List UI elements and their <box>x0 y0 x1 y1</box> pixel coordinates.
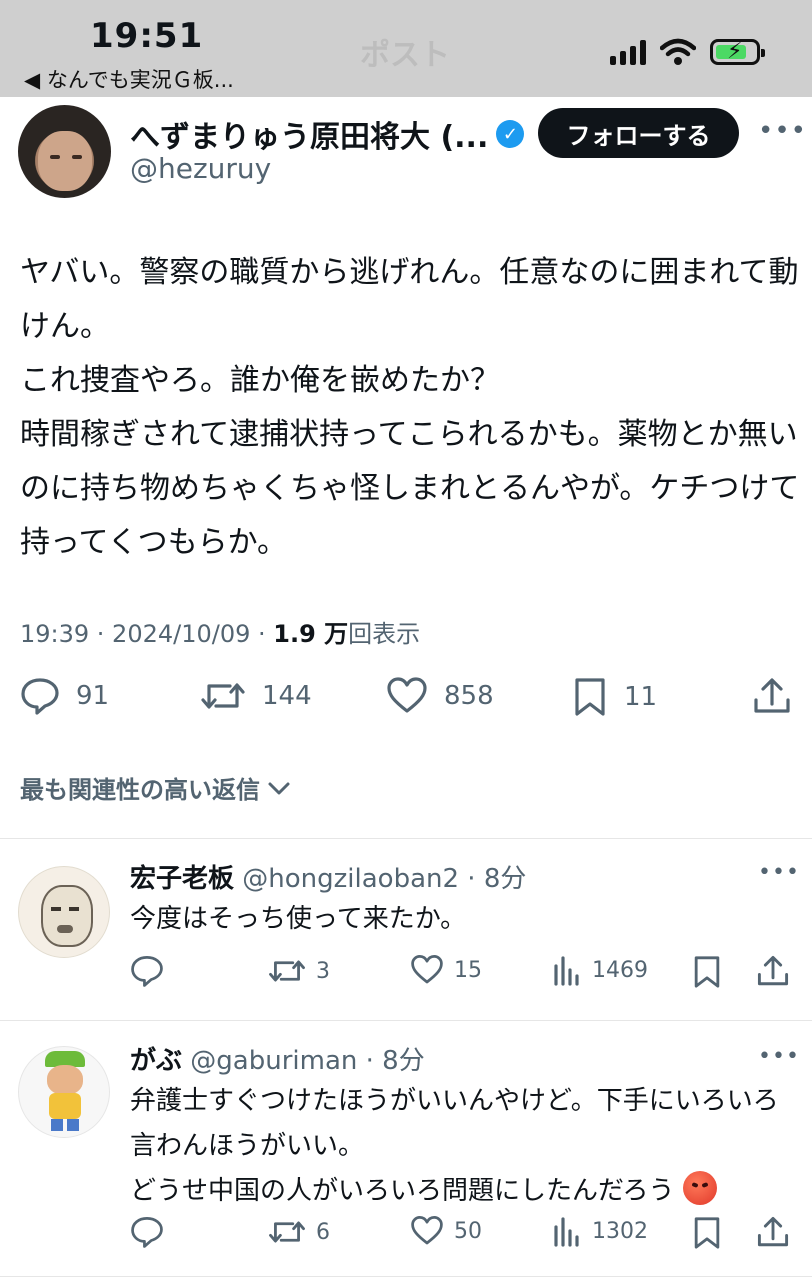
cellular-signal-icon <box>610 39 646 65</box>
more-options-icon[interactable]: ••• <box>758 860 800 885</box>
back-to-app-link[interactable]: ◀ なんでも実況Ｇ板... <box>24 64 234 94</box>
share-icon <box>757 1216 789 1247</box>
post-text: ヤバい。警察の職質から逃げれん。任意なのに囲まれて動けん。 これ捜査やろ。誰か俺… <box>20 255 800 560</box>
reply-author-name[interactable]: がぶ <box>130 1046 182 1076</box>
wifi-icon <box>660 38 696 65</box>
reply-time: · 8分 <box>357 1046 425 1076</box>
reply-text: 弁護士すぐつけたほうがいいんやけど。下手にいろいろ言わんほうがいい。 どうせ中国… <box>130 1079 790 1214</box>
reply-author-handle[interactable]: @gaburiman <box>190 1046 357 1076</box>
divider <box>0 838 812 839</box>
like-count: 15 <box>454 957 482 983</box>
reply-author-name[interactable]: 宏子老板 <box>130 864 234 894</box>
status-icons: ⚡ <box>610 38 765 66</box>
author-name-row[interactable]: へずまりゅう原田将大 (... ✓ <box>130 112 525 156</box>
repost-icon <box>201 683 245 709</box>
battery-icon: ⚡ <box>710 39 765 65</box>
reply-share-button[interactable] <box>756 954 790 988</box>
view-count: 1302 <box>592 1218 648 1244</box>
heart-icon <box>411 955 443 984</box>
post-actions: 91 144 858 11 <box>20 676 796 732</box>
repost-icon <box>269 1221 305 1243</box>
verified-badge-icon: ✓ <box>496 120 525 148</box>
reply-text-content: 弁護士すぐつけたほうがいいんやけど。下手にいろいろ言わんほうがいい。 どうせ中国… <box>130 1086 779 1206</box>
heart-icon <box>387 677 427 713</box>
like-count: 858 <box>444 681 494 711</box>
reply-icon <box>21 678 59 715</box>
view-count: 1469 <box>592 957 648 983</box>
more-options-icon[interactable]: ••• <box>758 116 807 146</box>
repost-button[interactable]: 144 <box>200 676 312 716</box>
reply-reply-button[interactable] <box>130 954 174 988</box>
more-options-icon[interactable]: ••• <box>758 1044 800 1069</box>
like-button[interactable]: 858 <box>386 676 494 716</box>
reply-sort-label: 最も関連性の高い返信 <box>20 776 260 804</box>
bookmark-icon <box>694 1217 720 1249</box>
reply-icon <box>131 956 163 987</box>
reply-text: 今度はそっち使って来たか。 <box>130 904 467 934</box>
bookmark-icon <box>694 956 720 988</box>
author-avatar[interactable] <box>18 105 111 198</box>
status-bar: ポスト 19:51 ◀ なんでも実況Ｇ板... ⚡ <box>0 0 812 97</box>
repost-count: 144 <box>262 681 312 711</box>
repost-count: 6 <box>316 1219 330 1245</box>
reply-bookmark-button[interactable] <box>692 1215 722 1251</box>
bookmark-count: 11 <box>624 682 658 712</box>
reply-header: 宏子老板 @hongzilaoban2 · 8分 <box>130 858 526 895</box>
share-icon <box>754 678 790 713</box>
reply-author-handle[interactable]: @hongzilaoban2 <box>242 864 459 894</box>
follow-button[interactable]: フォローする <box>538 108 739 158</box>
reply-button[interactable]: 91 <box>20 676 109 716</box>
divider <box>0 1276 812 1277</box>
angry-face-emoji-icon <box>682 1171 717 1205</box>
reply-repost-button[interactable]: 3 <box>268 954 330 988</box>
heart-icon <box>411 1216 443 1245</box>
reply-views-button[interactable]: 1302 <box>552 1215 648 1247</box>
repost-count: 3 <box>316 958 330 984</box>
reply-icon <box>131 1217 163 1248</box>
ghost-title: ポスト <box>360 38 450 73</box>
reply-reply-button[interactable] <box>130 1215 174 1249</box>
share-button[interactable] <box>752 676 792 716</box>
analytics-icon <box>554 1217 579 1247</box>
bookmark-icon <box>575 678 605 716</box>
reply-time: · 8分 <box>459 864 527 894</box>
post-timestamp: 19:39 · 2024/10/09 · <box>20 620 274 648</box>
like-count: 50 <box>454 1218 482 1244</box>
reply-repost-button[interactable]: 6 <box>268 1215 330 1249</box>
share-icon <box>757 955 789 986</box>
author-name: へずまりゅう原田将大 (... <box>130 120 489 155</box>
reply-avatar[interactable] <box>18 866 110 958</box>
author-handle[interactable]: @hezuruy <box>130 152 271 185</box>
post-meta: 19:39 · 2024/10/09 · 1.9 万回表示 <box>20 614 420 649</box>
reply-header: がぶ @gaburiman · 8分 <box>130 1040 425 1077</box>
reply-views-button[interactable]: 1469 <box>552 954 648 986</box>
reply-like-button[interactable]: 15 <box>410 954 482 986</box>
reply-share-button[interactable] <box>756 1215 790 1249</box>
reply-like-button[interactable]: 50 <box>410 1215 482 1247</box>
view-count-suffix: 回表示 <box>348 620 421 648</box>
bookmark-button[interactable]: 11 <box>572 676 657 718</box>
reply-sort-selector[interactable]: 最も関連性の高い返信 <box>20 770 292 805</box>
reply-bookmark-button[interactable] <box>692 954 722 990</box>
repost-icon <box>269 960 305 982</box>
divider <box>0 1020 812 1021</box>
status-time: 19:51 <box>90 16 204 56</box>
reply-avatar[interactable] <box>18 1046 110 1138</box>
analytics-icon <box>554 956 579 986</box>
reply-count: 91 <box>76 681 110 711</box>
chevron-down-icon <box>268 782 290 794</box>
view-count: 1.9 万 <box>273 620 349 648</box>
